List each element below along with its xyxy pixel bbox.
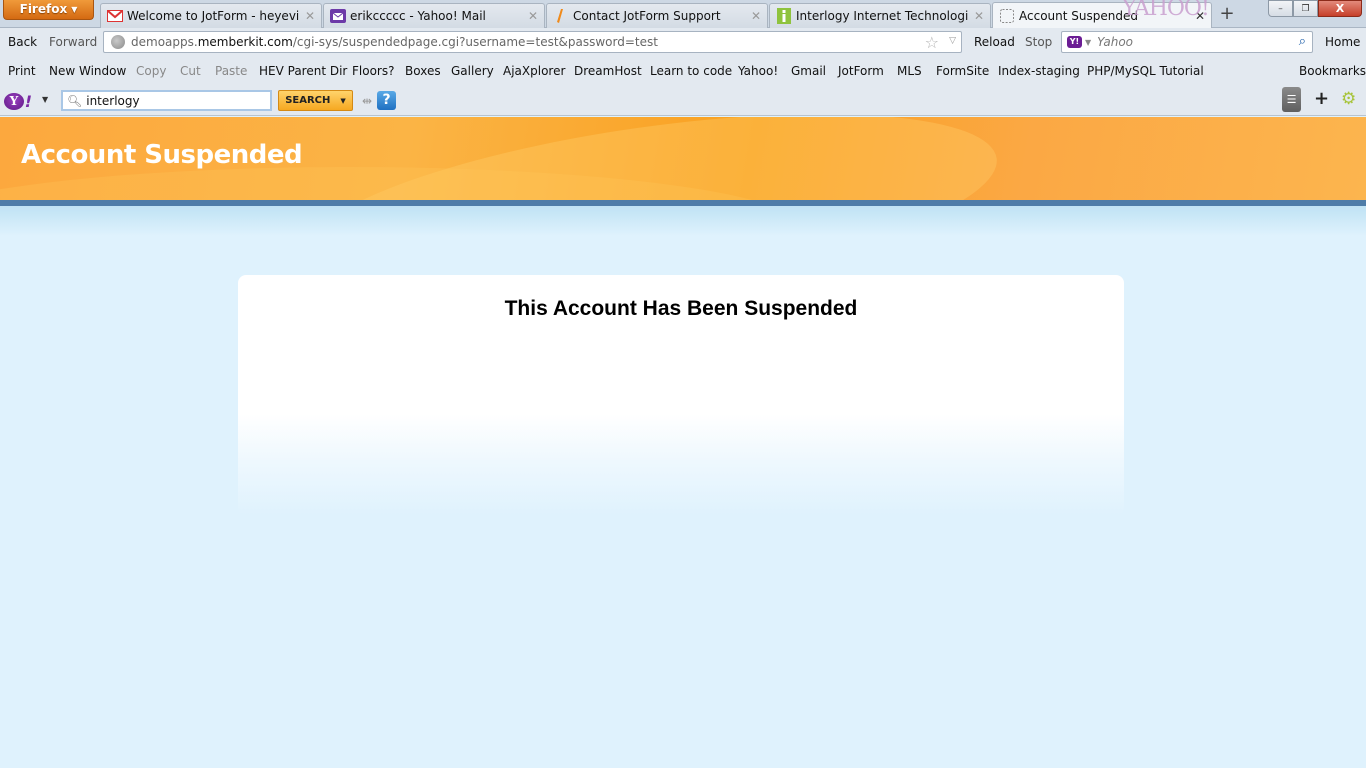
tab-interlogy[interactable]: Interlogy Internet Technologies ✕	[769, 3, 991, 28]
suspension-message: This Account Has Been Suspended	[504, 297, 858, 320]
yahoo-search-input[interactable]	[86, 93, 267, 108]
bookmark-print[interactable]: Print	[8, 64, 36, 78]
tab-account-suspended[interactable]: Account Suspended ✕	[992, 2, 1212, 28]
bookmark-cut[interactable]: Cut	[180, 64, 201, 78]
bookmark-index-staging[interactable]: Index-staging	[998, 64, 1080, 78]
interlogy-icon	[776, 8, 792, 24]
gear-icon[interactable]: ⚙	[1341, 89, 1356, 109]
gmail-icon	[107, 9, 123, 23]
tab-title: Interlogy Internet Technologies	[796, 9, 968, 23]
minimize-button[interactable]: –	[1268, 0, 1293, 17]
bookmark-copy[interactable]: Copy	[136, 64, 166, 78]
yahoo-toolbar: Y! ▼ 🔍︎ SEARCH ▼ ⇹ ?	[0, 85, 1366, 116]
list-icon[interactable]: ☰	[1282, 87, 1301, 112]
yahoo-engine-icon[interactable]: Y!	[1067, 36, 1082, 48]
yahoo-mail-icon	[330, 9, 346, 23]
chevron-down-icon: ▼	[71, 5, 78, 14]
firefox-menu-button[interactable]: Firefox ▼	[3, 0, 94, 20]
bookmark-mls[interactable]: MLS	[897, 64, 922, 78]
bookmark-star-icon[interactable]: ☆	[925, 33, 939, 52]
new-tab-button[interactable]: +	[1213, 4, 1241, 26]
yahoo-y-icon: Y	[4, 92, 24, 110]
bookmark-php-mysql-tutorial[interactable]: PHP/MySQL Tutorial	[1087, 64, 1204, 78]
bookmark-gallery[interactable]: Gallery	[451, 64, 494, 78]
bookmark-dreamhost[interactable]: DreamHost	[574, 64, 642, 78]
bookmarks-toolbar: Print New Window Copy Cut Paste HEV Pare…	[0, 57, 1366, 85]
bookmark-learn-to-code[interactable]: Learn to code	[650, 64, 732, 78]
bookmark-formsite[interactable]: FormSite	[936, 64, 989, 78]
url-domain: memberkit.com	[197, 35, 293, 49]
bookmark-yahoo[interactable]: Yahoo!	[738, 64, 778, 78]
yahoo-logo-button[interactable]: Y!	[4, 91, 32, 111]
close-tab-icon[interactable]: ✕	[305, 9, 315, 23]
chevron-down-icon[interactable]: ▼	[340, 97, 345, 105]
url-subdomain: demoapps.	[131, 35, 198, 49]
close-tab-icon[interactable]: ✕	[751, 9, 761, 23]
url-path: /cgi-sys/suspendedpage.cgi?username=test…	[292, 35, 658, 49]
back-button[interactable]: Back	[8, 35, 37, 49]
url-history-dropdown-icon[interactable]: ▽	[949, 36, 956, 46]
tab-title: erikccccc - Yahoo! Mail	[350, 9, 486, 23]
chevron-down-icon[interactable]: ▼	[42, 95, 48, 104]
tab-yahoo-mail[interactable]: erikccccc - Yahoo! Mail ✕	[323, 3, 545, 28]
search-magnifier-icon[interactable]: ⌕	[1299, 34, 1306, 49]
bookmark-gmail[interactable]: Gmail	[791, 64, 826, 78]
navigation-bar: Back Forward demoapps.memberkit.com/cgi-…	[0, 28, 1366, 57]
close-tab-icon[interactable]: ✕	[974, 9, 984, 23]
search-icon: 🔍︎	[67, 93, 83, 108]
page-header-banner: Account Suspended	[0, 117, 1366, 200]
header-shadow	[0, 206, 1366, 236]
restore-button[interactable]: ❐	[1293, 0, 1318, 17]
tab-title: Welcome to JotForm - heyeview...	[127, 9, 299, 23]
jotform-icon	[553, 9, 569, 23]
bookmarks-menu-button[interactable]: Bookmarks	[1299, 64, 1366, 78]
blank-page-icon	[999, 8, 1015, 23]
forward-button[interactable]: Forward	[49, 35, 97, 49]
close-tab-icon[interactable]: ✕	[1195, 9, 1205, 23]
tab-title: Contact JotForm Support	[573, 9, 721, 23]
page-title: Account Suspended	[21, 140, 303, 170]
add-icon[interactable]: +	[1314, 88, 1329, 109]
yahoo-search-field[interactable]: 🔍︎	[61, 90, 272, 111]
toolbar-resize-handle-icon[interactable]: ⇹	[362, 94, 372, 108]
tab-jotform-welcome[interactable]: Welcome to JotForm - heyeview... ✕	[100, 3, 322, 28]
tab-strip: Firefox▼ Welcome to JotForm - heyeview..…	[0, 0, 1366, 28]
web-search-bar[interactable]: Y! ▼ Yahoo ⌕	[1061, 31, 1313, 53]
tab-title: Account Suspended	[1019, 8, 1138, 23]
close-window-button[interactable]: X	[1318, 0, 1362, 17]
stop-button[interactable]: Stop	[1025, 35, 1052, 49]
bookmark-paste[interactable]: Paste	[215, 64, 247, 78]
globe-icon	[111, 35, 125, 49]
bookmark-boxes[interactable]: Boxes	[405, 64, 441, 78]
window-controls: – ❐ X	[1268, 0, 1362, 17]
bookmark-new-window[interactable]: New Window	[49, 64, 126, 78]
home-button[interactable]: Home	[1325, 35, 1360, 49]
help-icon[interactable]: ?	[377, 91, 396, 110]
bookmark-floors[interactable]: Floors?	[352, 64, 394, 78]
tab-jotform-support[interactable]: Contact JotForm Support ✕	[546, 3, 768, 28]
search-placeholder: Yahoo	[1097, 35, 1134, 49]
yahoo-exclaim-icon: !	[24, 91, 32, 111]
search-button-label: SEARCH	[285, 95, 331, 106]
url-bar[interactable]: demoapps.memberkit.com/cgi-sys/suspended…	[103, 31, 962, 53]
firefox-menu-label: Firefox	[19, 2, 68, 16]
bookmark-ajaxplorer[interactable]: AjaXplorer	[503, 64, 565, 78]
engine-dropdown-icon[interactable]: ▼	[1085, 38, 1091, 47]
yahoo-search-button[interactable]: SEARCH ▼	[278, 90, 353, 111]
bookmark-hev-parent-dir[interactable]: HEV Parent Dir	[259, 64, 347, 78]
reload-button[interactable]: Reload	[974, 35, 1015, 49]
bookmark-jotform[interactable]: JotForm	[838, 64, 884, 78]
close-tab-icon[interactable]: ✕	[528, 9, 538, 23]
suspension-notice-card: This Account Has Been Suspended	[238, 275, 1124, 515]
url-text[interactable]: demoapps.memberkit.com/cgi-sys/suspended…	[131, 35, 658, 49]
